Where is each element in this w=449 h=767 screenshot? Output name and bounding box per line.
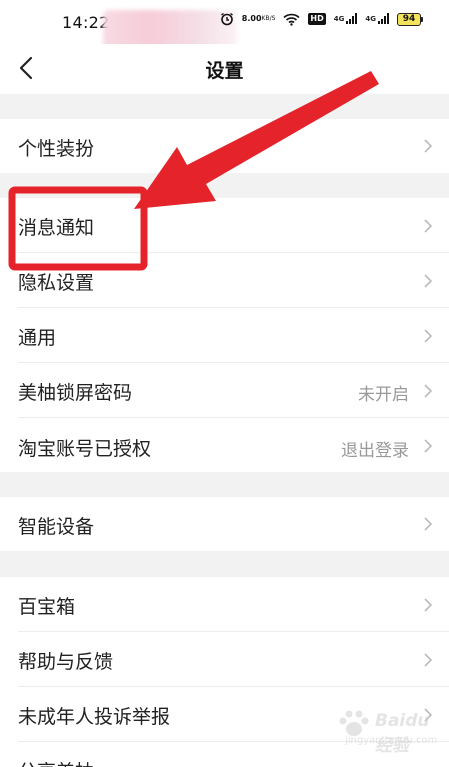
network-speed: 8.00 KB/S [242, 15, 276, 23]
chevron-right-icon [424, 439, 433, 453]
signal-1-label: 4G [333, 15, 345, 23]
status-icons: 8.00 KB/S HD 4G 4G 94 [220, 12, 423, 26]
chevron-right-icon [424, 329, 433, 343]
network-speed-unit: KB/S [261, 15, 276, 22]
header: 设置 [0, 44, 449, 94]
setting-row-smart-devices[interactable]: 智能设备 [0, 497, 449, 551]
setting-row-taobao-auth[interactable]: 淘宝账号已授权 退出登录 [0, 418, 449, 472]
setting-row-lock-password[interactable]: 美柚锁屏密码 未开启 [0, 363, 449, 418]
watermark-url: jingyan.baidu.com [345, 735, 438, 746]
network-speed-value: 8.00 [241, 14, 262, 23]
signal-2-label: 4G [365, 15, 376, 23]
setting-row-notifications[interactable]: 消息通知 [0, 198, 449, 253]
battery-level: 94 [397, 12, 421, 26]
alarm-icon [220, 12, 234, 26]
chevron-right-icon [424, 598, 433, 612]
setting-label: 消息通知 [18, 217, 95, 239]
battery-tip [421, 16, 423, 22]
setting-row-toolbox[interactable]: 百宝箱 [0, 577, 449, 632]
setting-label: 百宝箱 [18, 596, 76, 618]
signal-icon-2: 4G [365, 13, 389, 25]
setting-row-general[interactable]: 通用 [0, 308, 449, 363]
setting-label: 淘宝账号已授权 [18, 438, 152, 460]
setting-row-privacy[interactable]: 隐私设置 [0, 253, 449, 308]
chevron-right-icon [424, 384, 433, 398]
setting-label: 帮助与反馈 [18, 651, 114, 673]
setting-label: 分享美柚 [18, 757, 94, 767]
chevron-right-icon [424, 653, 433, 667]
wifi-icon [283, 13, 300, 26]
setting-label: 隐私设置 [18, 272, 95, 294]
setting-label: 通用 [18, 327, 57, 349]
watermark-text: Baidu经验 [375, 711, 430, 756]
chevron-right-icon [424, 219, 433, 233]
page-title: 设置 [205, 60, 244, 82]
chevron-right-icon [424, 517, 433, 531]
status-bar: 14:22 8.00 KB/S HD 4G 4G 94 [0, 0, 449, 50]
battery-icon: 94 [397, 12, 423, 26]
chevron-right-icon [424, 274, 433, 288]
signal-icon-1: 4G [334, 13, 358, 25]
setting-row-appearance[interactable]: 个性装扮 [0, 119, 449, 173]
setting-label: 个性装扮 [18, 138, 95, 160]
setting-value: 未开启 [358, 385, 409, 405]
setting-label: 美柚锁屏密码 [18, 382, 133, 404]
setting-label: 未成年人投诉举报 [18, 706, 171, 728]
setting-row-help-feedback[interactable]: 帮助与反馈 [0, 632, 449, 687]
setting-label: 智能设备 [18, 516, 95, 538]
hd-badge: HD [308, 13, 326, 25]
watermark: Baidu经验 jingyan.baidu.com [333, 710, 437, 756]
setting-value: 退出登录 [341, 441, 409, 461]
chevron-right-icon [424, 139, 433, 153]
